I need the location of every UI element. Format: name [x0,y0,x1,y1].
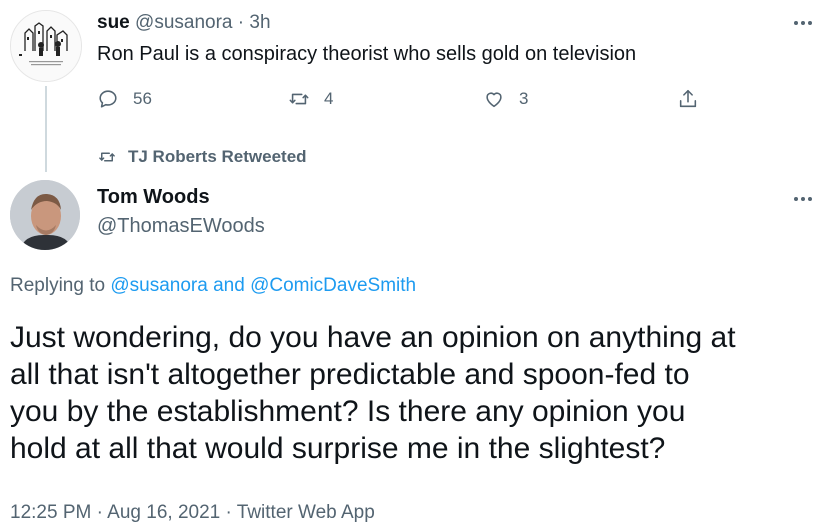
retweet-notice-text[interactable]: TJ Roberts Retweeted [128,147,307,167]
tweet-meta-separator: · [96,502,103,523]
main-tweet-text-line: all that isn't altogether predictable an… [10,358,690,391]
tom-woods-avatar[interactable] [10,180,80,250]
share-icon [679,89,697,108]
reply-count: 56 [133,89,152,108]
tom-woods-avatar-image [10,180,80,250]
replying-to-prefix: Replying to [10,275,106,296]
tom-woods-author-name[interactable]: Tom Woods [97,186,210,209]
tweet-time[interactable]: 12:25 PM [10,502,91,523]
sue-time-separator: · [237,12,245,33]
main-tweet-text-line: hold at all that would surprise me in th… [10,432,666,465]
tom-woods-author-handle[interactable]: @ThomasEWoods [97,215,265,238]
retweet-icon [289,93,309,105]
sue-tweet-text: Ron Paul is a conspiracy theorist who se… [97,43,637,65]
share-button[interactable] [677,88,699,110]
thread-line [45,86,47,172]
tom-woods-more-icon[interactable] [794,197,812,201]
retweet-button[interactable]: 4 [288,88,333,110]
replying-to-and: and [213,275,245,296]
retweet-notice: TJ Roberts Retweeted [98,147,307,167]
tweet-metadata: 12:25 PM · Aug 16, 2021 · Twitter Web Ap… [10,502,375,524]
sue-avatar-image [11,11,81,81]
like-icon [486,92,502,108]
reply-icon [99,90,117,108]
reply-button[interactable]: 56 [97,88,152,110]
tweet-meta-separator: · [225,502,232,523]
main-tweet-text: Just wondering, do you have an opinion o… [10,319,736,467]
sue-avatar[interactable] [10,10,82,82]
like-button[interactable]: 3 [483,88,528,110]
replying-to-user-comicdavesmith[interactable]: @ComicDaveSmith [250,275,416,296]
tweet-source[interactable]: Twitter Web App [237,502,375,523]
sue-author-handle[interactable]: @susanora [135,12,232,33]
sue-author-name[interactable]: sue [97,12,130,33]
retweet-count: 4 [324,89,334,108]
sue-tweet-header: sue @susanora · 3h [97,12,271,34]
retweeted-icon [99,152,115,162]
tweet-date[interactable]: Aug 16, 2021 [107,502,220,523]
main-tweet-text-line: you by the establishment? Is there any o… [10,395,686,428]
like-count: 3 [519,89,529,108]
replying-to: Replying to @susanora and @ComicDaveSmit… [10,275,416,297]
main-tweet-text-line: Just wondering, do you have an opinion o… [10,321,736,354]
sue-more-icon[interactable] [794,21,812,25]
replying-to-user-susanora[interactable]: @susanora [110,275,207,296]
sue-time-ago[interactable]: 3h [249,12,270,33]
